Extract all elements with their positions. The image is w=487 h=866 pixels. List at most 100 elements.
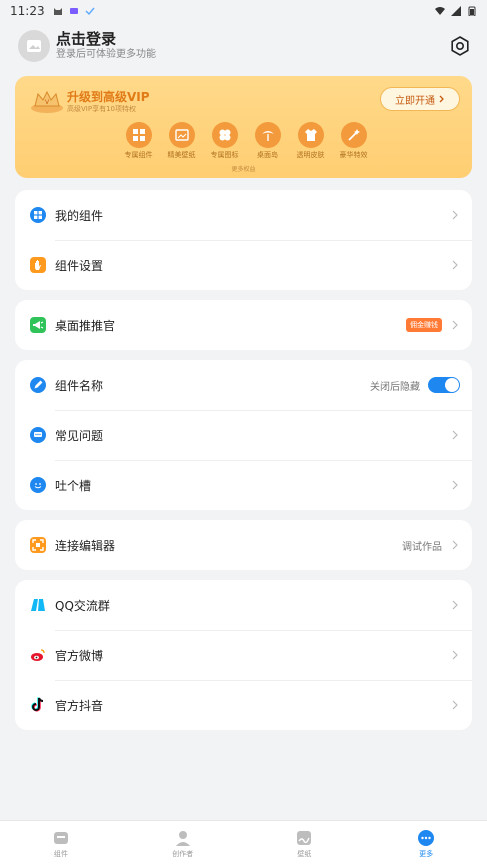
pen-icon [30, 377, 46, 393]
chat-icon [30, 427, 46, 443]
chevron-right-icon [452, 210, 458, 220]
wifi-icon [435, 7, 445, 15]
chevron-right-icon [452, 650, 458, 660]
check-icon [85, 7, 95, 16]
debug-works-text: 调试作品 [402, 541, 442, 553]
nav-creator[interactable]: 创作者 [122, 821, 244, 866]
status-time: 11:23 [10, 4, 45, 18]
feedback-label: 吐个槽 [55, 478, 92, 493]
douyin-label: 官方抖音 [55, 698, 104, 713]
megaphone-icon [30, 317, 46, 333]
vip-feature-item[interactable]: 精美壁纸 [160, 122, 203, 160]
chevron-right-icon [452, 260, 458, 270]
social-card: QQ交流群 官方微博 官方抖音 [15, 580, 472, 730]
widget-icon [132, 129, 145, 141]
qq-icon [31, 599, 45, 611]
promoter-row[interactable]: 桌面推推官 佣金赚钱 [15, 300, 472, 350]
nav-widgets-label: 组件 [53, 849, 68, 858]
my-widgets-row[interactable]: 我的组件 [15, 190, 472, 240]
vip-subscribe-button[interactable]: 立即开通 [380, 87, 460, 111]
qq-group-label: QQ交流群 [55, 598, 110, 613]
widget-settings-label: 组件设置 [55, 258, 104, 273]
qq-group-row[interactable]: QQ交流群 [15, 580, 472, 630]
shirt-icon [304, 129, 317, 141]
chevron-right-icon [452, 600, 458, 610]
scan-icon [30, 537, 46, 553]
app-notify-icon [69, 8, 78, 14]
gear-icon [451, 36, 469, 56]
widget-name-toggle[interactable] [428, 377, 460, 393]
chevron-right-icon [439, 95, 444, 103]
widget-name-label: 组件名称 [55, 378, 104, 393]
promoter-label: 桌面推推官 [55, 318, 116, 333]
vip-feature-item[interactable]: 专属图标 [203, 122, 246, 160]
hide-when-off-text: 关闭后隐藏 [370, 381, 420, 393]
faq-label: 常见问题 [55, 428, 104, 443]
vip-feature-item[interactable]: 豪华特效 [332, 122, 375, 160]
creator-nav-icon [175, 830, 190, 846]
chevron-right-icon [452, 700, 458, 710]
nav-widgets[interactable]: 组件 [0, 821, 122, 866]
weibo-icon [31, 649, 45, 661]
widget-name-row: 组件名称 关闭后隐藏 [15, 360, 472, 410]
battery-icon [468, 6, 476, 16]
vip-subscribe-label: 立即开通 [395, 95, 435, 107]
vip-feature-label: 豪华特效 [339, 151, 368, 159]
vip-title: 升级到高级VIP [67, 90, 150, 104]
palm-icon [261, 131, 274, 141]
misc-card: 组件名称 关闭后隐藏 常见问题 吐个槽 [15, 360, 472, 510]
earn-money-badge: 佣金赚钱 [406, 318, 442, 332]
clover-icon [219, 129, 230, 141]
widget-settings-row[interactable]: 组件设置 [15, 240, 472, 290]
chevron-right-icon [452, 320, 458, 330]
nav-wallpaper-label: 壁纸 [297, 849, 312, 858]
more-nav-icon [418, 829, 435, 846]
chevron-right-icon [452, 480, 458, 490]
vip-feature-label: 专属图标 [210, 151, 239, 159]
connect-editor-label: 连接编辑器 [55, 538, 116, 553]
nav-more[interactable]: 更多 [365, 821, 487, 866]
vip-more-link[interactable]: 更多权益 [15, 164, 472, 173]
feedback-row[interactable]: 吐个槽 [15, 460, 472, 510]
nav-wallpaper[interactable]: 壁纸 [244, 821, 366, 866]
crown-icon: V [31, 90, 63, 113]
avatar[interactable] [18, 30, 50, 62]
faq-row[interactable]: 常见问题 [15, 410, 472, 460]
vip-subtitle: 高级VIP享有10项特权 [67, 105, 136, 113]
vip-feature-item[interactable]: 专属组件 [117, 122, 160, 160]
editor-card: 连接编辑器 调试作品 [15, 520, 472, 570]
chevron-right-icon [452, 430, 458, 440]
magic-icon [347, 129, 360, 141]
wallpaper-icon [174, 129, 189, 141]
weibo-label: 官方微博 [55, 648, 104, 663]
connect-editor-row[interactable]: 连接编辑器 调试作品 [15, 520, 472, 570]
widget-nav-icon [53, 831, 68, 844]
widgets-card: 我的组件 组件设置 [15, 190, 472, 290]
settings-button[interactable] [448, 34, 472, 58]
vip-feature-label: 专属组件 [124, 151, 153, 159]
vip-banner[interactable]: V 升级到高级VIP 高级VIP享有10项特权 立即开通 专属组件 精美壁纸 专… [15, 76, 472, 178]
weibo-row[interactable]: 官方微博 [15, 630, 472, 680]
douyin-icon [31, 697, 44, 712]
vip-feature-label: 透明皮肤 [296, 151, 325, 159]
login-block[interactable]: 点击登录 登录后可体验更多功能 [56, 30, 156, 62]
login-subtitle: 登录后可体验更多功能 [56, 49, 156, 60]
bottom-nav: 组件 创作者 壁纸 更多 [0, 820, 487, 866]
nav-more-label: 更多 [419, 849, 434, 858]
status-bar: 11:23 [0, 0, 487, 22]
vip-feature-list: 专属组件 精美壁纸 专属图标 桌面岛 透明皮肤 豪华特效 [117, 122, 375, 160]
vip-feature-label: 精美壁纸 [167, 151, 196, 159]
douyin-row[interactable]: 官方抖音 [15, 680, 472, 730]
vip-feature-item[interactable]: 透明皮肤 [289, 122, 332, 160]
signal-icon [451, 6, 461, 16]
avatar-placeholder-icon [27, 40, 41, 52]
profile-header: 点击登录 登录后可体验更多功能 [0, 22, 487, 70]
vip-feature-item[interactable]: 桌面岛 [246, 122, 289, 160]
nav-creator-label: 创作者 [172, 849, 194, 858]
promoter-card: 桌面推推官 佣金赚钱 [15, 300, 472, 350]
my-widgets-label: 我的组件 [55, 208, 104, 223]
hand-icon [30, 257, 46, 273]
login-title[interactable]: 点击登录 [56, 30, 156, 48]
cat-icon [53, 8, 62, 15]
chevron-right-icon [452, 540, 458, 550]
